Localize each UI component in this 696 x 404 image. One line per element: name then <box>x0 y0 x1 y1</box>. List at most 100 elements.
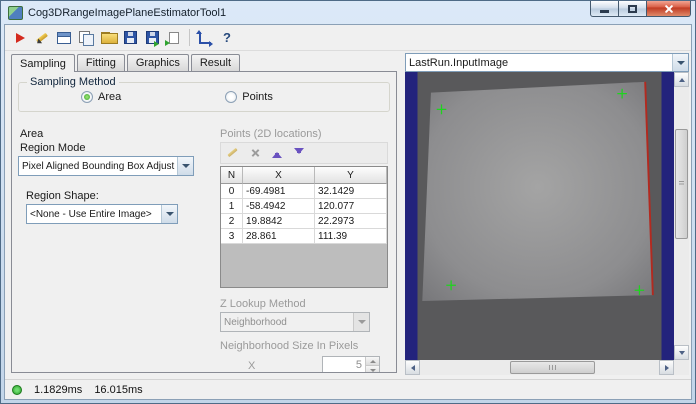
maximize-button[interactable] <box>619 1 647 17</box>
neighborhood-size-label: Neighborhood Size In Pixels <box>220 340 359 352</box>
save-image-button[interactable] <box>141 27 163 48</box>
table-row[interactable]: 0 -69.4981 32.1429 <box>221 184 387 199</box>
col-header-n[interactable]: N <box>221 167 243 184</box>
tab-sampling[interactable]: Sampling <box>11 54 75 72</box>
vertical-scroll-track[interactable] <box>674 87 689 345</box>
minimize-icon <box>600 10 609 13</box>
edit-point-button[interactable] <box>224 145 242 162</box>
table-row[interactable]: 1 -58.4942 120.077 <box>221 199 387 214</box>
pencil-icon <box>227 147 239 159</box>
vertical-scroll-thumb[interactable] <box>675 129 688 239</box>
radio-points-label: Points <box>242 91 273 103</box>
status-time-1: 1.1829ms <box>34 383 83 396</box>
scroll-right-button[interactable] <box>659 360 674 375</box>
minimize-button[interactable] <box>590 1 619 17</box>
vertical-scrollbar[interactable] <box>674 72 689 360</box>
table-row[interactable]: 2 19.8842 22.2973 <box>221 214 387 229</box>
sampling-method-label: Sampling Method <box>27 76 119 88</box>
import-button[interactable] <box>163 27 185 48</box>
neighborhood-x-row: X 5 <box>220 356 380 372</box>
close-button[interactable] <box>647 1 691 17</box>
import-arrow-icon <box>165 40 173 46</box>
tab-result[interactable]: Result <box>190 54 241 71</box>
copy-button[interactable] <box>75 27 97 48</box>
move-point-down-button[interactable] <box>290 145 308 162</box>
tab-graphics[interactable]: Graphics <box>126 54 189 71</box>
run-icon <box>15 32 25 43</box>
maximize-icon <box>628 4 637 13</box>
delete-point-button[interactable] <box>246 145 264 162</box>
status-bar: 1.1829ms 16.015ms <box>5 379 691 399</box>
close-icon <box>664 4 674 14</box>
cell-n: 3 <box>221 229 243 244</box>
window-icon <box>57 31 71 44</box>
image-source-combobox[interactable]: LastRun.InputImage <box>405 53 689 72</box>
horizontal-scroll-track[interactable] <box>420 360 659 375</box>
image-source-dropdown-button[interactable] <box>672 54 688 71</box>
arrow-down-icon <box>294 147 304 159</box>
region-shape-combobox[interactable]: <None - Use Entire Image> <box>26 204 178 224</box>
points-section: Points (2D locations) N X Y 0 -69.4981 3… <box>218 126 392 372</box>
x-stepper-buttons <box>365 357 379 372</box>
col-header-x[interactable]: X <box>243 167 315 184</box>
titlebar[interactable]: Cog3DRangeImagePlaneEstimatorTool1 <box>1 1 695 24</box>
tab-fitting[interactable]: Fitting <box>76 54 125 71</box>
scroll-left-button[interactable] <box>405 360 420 375</box>
x-increment-button <box>366 357 379 365</box>
z-lookup-combobox: Neighborhood <box>220 312 370 332</box>
delete-icon <box>251 149 260 158</box>
scroll-down-button[interactable] <box>674 345 689 360</box>
main-toolbar: ? <box>5 25 691 51</box>
show-window-button[interactable] <box>53 27 75 48</box>
help-icon: ? <box>223 30 231 45</box>
cell-y: 111.39 <box>315 229 387 244</box>
cell-n: 2 <box>221 214 243 229</box>
x-size-stepper: 5 <box>322 356 380 372</box>
z-lookup-value: Neighborhood <box>224 316 287 328</box>
cell-x: -69.4981 <box>243 184 315 199</box>
arrow-down-icon <box>678 350 685 355</box>
region-shape-label: Region Shape: <box>26 190 99 202</box>
app-icon <box>8 5 23 20</box>
run-button[interactable] <box>9 27 31 48</box>
open-button[interactable] <box>97 27 119 48</box>
radio-points-circle-icon <box>225 91 238 103</box>
region-mode-combobox[interactable]: Pixel Aligned Bounding Box Adjust Mask <box>18 156 194 176</box>
right-border-strip <box>661 72 674 360</box>
z-lookup-dropdown-button <box>353 313 369 331</box>
status-indicator-icon <box>12 384 22 395</box>
horizontal-scroll-thumb[interactable] <box>510 361 595 374</box>
cell-x: 28.861 <box>243 229 315 244</box>
image-display[interactable] <box>405 72 674 360</box>
move-point-up-button[interactable] <box>268 145 286 162</box>
coordinate-axes-button[interactable] <box>194 27 216 48</box>
scroll-up-button[interactable] <box>674 72 689 87</box>
chevron-down-icon <box>181 164 190 168</box>
radio-points[interactable]: Points <box>225 91 273 103</box>
col-header-y[interactable]: Y <box>315 167 387 184</box>
help-button[interactable]: ? <box>216 27 238 48</box>
table-row[interactable]: 3 28.861 111.39 <box>221 229 387 244</box>
arrow-right-icon <box>664 364 669 371</box>
copy-icon <box>79 31 94 46</box>
cell-x: -58.4942 <box>243 199 315 214</box>
status-time-2: 16.015ms <box>94 383 143 396</box>
region-shape-dropdown-button[interactable] <box>161 205 177 223</box>
region-shape-value: <None - Use Entire Image> <box>30 208 152 220</box>
image-panel: LastRun.InputImage <box>403 51 691 379</box>
points-table[interactable]: N X Y 0 -69.4981 32.1429 1 -58.4942 120.… <box>220 166 388 288</box>
axes-icon <box>196 29 213 47</box>
radio-area[interactable]: Area <box>81 91 121 103</box>
horizontal-scrollbar-row <box>405 360 689 375</box>
save-icon <box>123 31 137 44</box>
sampling-tab-page: Sampling Method Area Points Area Region … <box>11 71 397 373</box>
tab-columns: Area Region Mode Pixel Aligned Bounding … <box>12 118 396 372</box>
arrow-left-icon <box>410 364 415 371</box>
region-mode-dropdown-button[interactable] <box>177 157 193 175</box>
horizontal-scrollbar[interactable] <box>405 360 674 375</box>
plane-region <box>422 81 653 302</box>
app-window: Cog3DRangeImagePlaneEstimatorTool1 ? Sam… <box>0 0 696 404</box>
edit-tool-button[interactable] <box>31 27 53 48</box>
save-button[interactable] <box>119 27 141 48</box>
arrow-up-icon <box>678 77 685 82</box>
